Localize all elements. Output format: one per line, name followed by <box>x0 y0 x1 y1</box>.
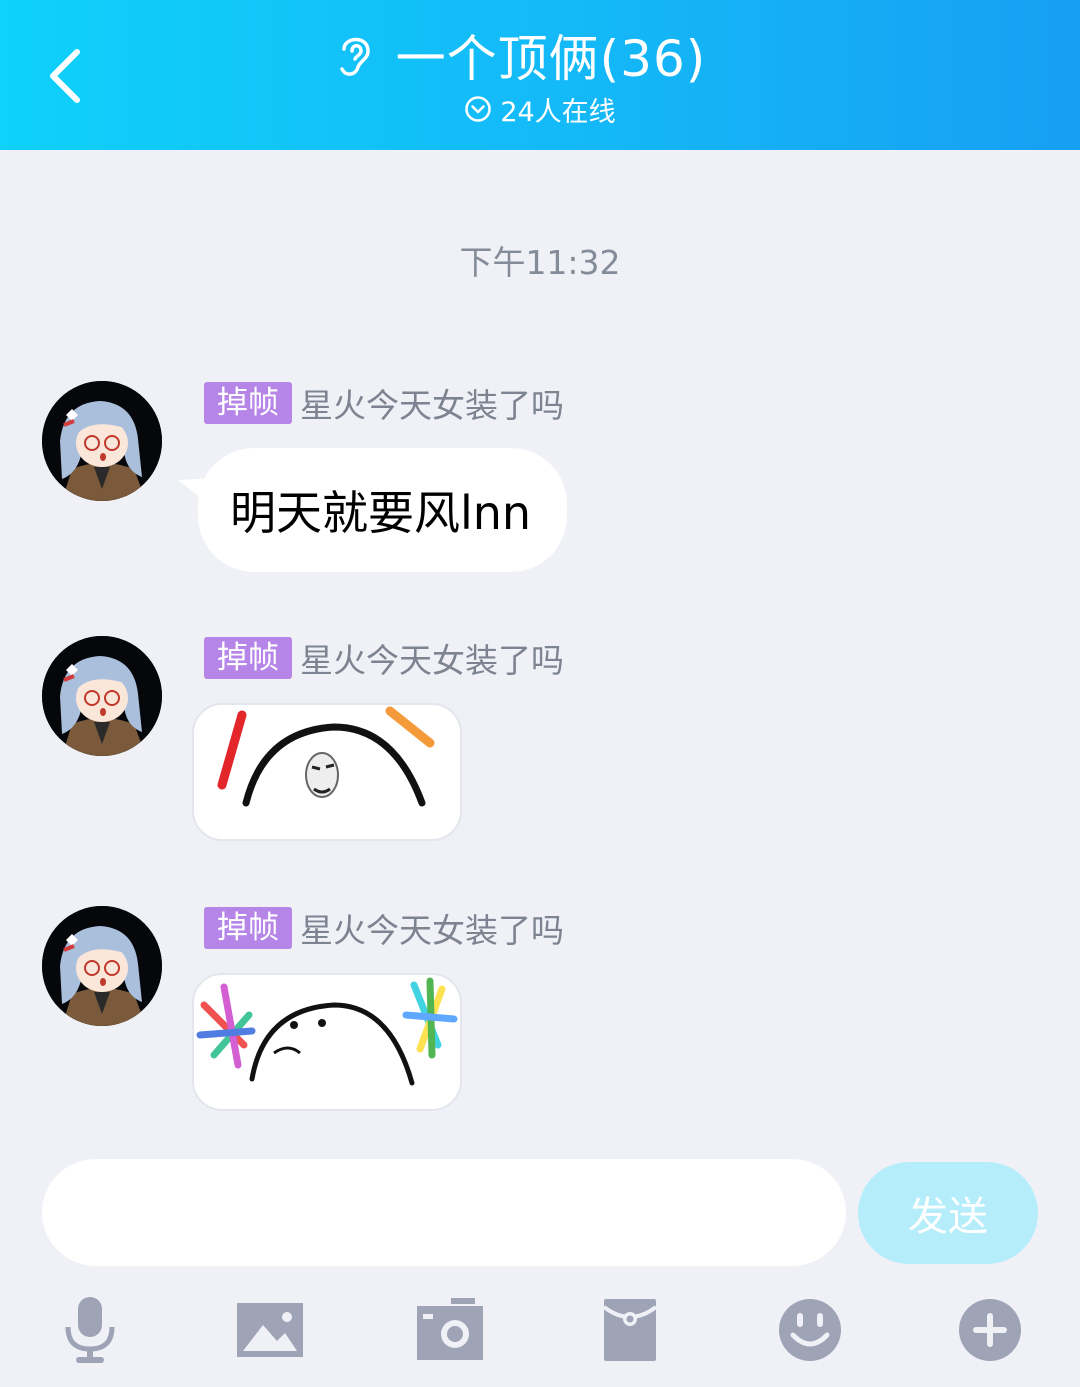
message-timestamp: 下午11:32 <box>459 243 621 282</box>
red-packet-icon <box>602 1299 658 1361</box>
glowstick-meme-face-sticker <box>217 706 435 807</box>
avatar[interactable] <box>42 381 162 501</box>
group-title[interactable]: 一个顶俩(36) <box>396 19 707 91</box>
message-input[interactable] <box>42 1159 846 1266</box>
sticker-message[interactable] <box>192 703 462 841</box>
title-row: 一个顶俩(36) <box>0 20 1080 90</box>
plus-icon <box>959 1299 1021 1361</box>
camera-icon <box>417 1298 483 1360</box>
red-packet-button[interactable] <box>590 1292 670 1368</box>
member-title-badge[interactable]: 掉帧 <box>204 907 292 949</box>
ear-icon[interactable] <box>334 31 374 79</box>
image-icon <box>237 1303 303 1357</box>
microphone-icon <box>65 1297 115 1363</box>
camera-button[interactable] <box>410 1292 490 1368</box>
sender-row: 掉帧 星火今天女装了吗 <box>204 379 564 427</box>
more-button[interactable] <box>950 1292 1030 1368</box>
sender-name[interactable]: 星火今天女装了吗 <box>300 904 564 952</box>
sticker-message[interactable] <box>192 973 462 1111</box>
message-text: 明天就要风lnn <box>230 486 532 540</box>
online-status[interactable]: 24人在线 <box>0 90 1080 128</box>
online-count: 24人在线 <box>500 96 616 128</box>
sender-row: 掉帧 星火今天女装了吗 <box>204 904 564 952</box>
member-title-badge[interactable]: 掉帧 <box>204 382 292 424</box>
chevron-down-circle-icon <box>465 96 492 122</box>
rainbow-glowstick-blob-sticker <box>196 977 458 1086</box>
image-button[interactable] <box>230 1292 310 1368</box>
sender-name[interactable]: 星火今天女装了吗 <box>300 634 564 682</box>
sender-name[interactable]: 星火今天女装了吗 <box>300 379 564 427</box>
anime-avatar-icon <box>42 636 162 756</box>
voice-button[interactable] <box>50 1292 130 1368</box>
anime-avatar-icon <box>42 906 162 1026</box>
avatar[interactable] <box>42 906 162 1026</box>
send-button[interactable]: 发送 <box>858 1162 1038 1264</box>
avatar[interactable] <box>42 636 162 756</box>
chat-header: 一个顶俩(36) 24人在线 <box>0 0 1080 150</box>
message-bubble[interactable]: 明天就要风lnn <box>198 448 568 572</box>
sender-row: 掉帧 星火今天女装了吗 <box>204 634 564 682</box>
member-title-badge[interactable]: 掉帧 <box>204 637 292 679</box>
emoji-icon <box>779 1299 841 1361</box>
emoji-button[interactable] <box>770 1292 850 1368</box>
anime-avatar-icon <box>42 381 162 501</box>
